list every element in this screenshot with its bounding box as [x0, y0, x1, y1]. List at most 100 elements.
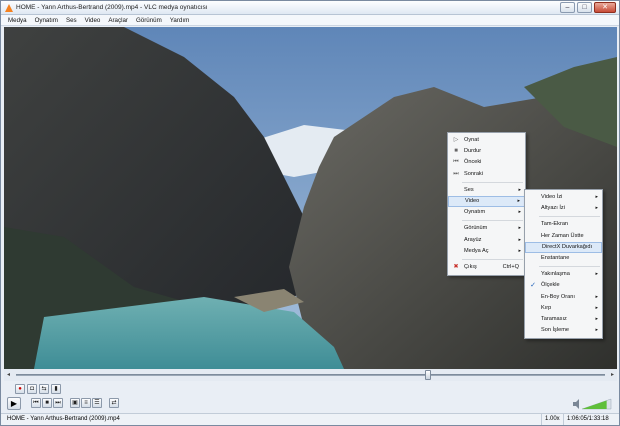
fullscreen-button[interactable]: ▣: [70, 398, 80, 408]
video-sub-item-label: Altyazı İzi: [541, 205, 565, 212]
submenu-arrow-icon: ▸: [595, 293, 598, 300]
submenu-arrow-icon: ▸: [595, 327, 598, 334]
seek-handle[interactable]: [425, 370, 432, 380]
ctx-item-label: Sonraki: [464, 170, 483, 177]
ctx-item-label: Önceki: [464, 159, 482, 166]
menu-separator: [462, 220, 523, 222]
ctx-item-shortcut: Ctrl+Q: [502, 263, 519, 270]
ctx-item-oynatim[interactable]: Oynatım ▸: [448, 207, 525, 218]
menu-separator: [462, 181, 523, 183]
submenu-arrow-icon: ▸: [595, 271, 598, 278]
video-sub-item-enstantane[interactable]: Enstantane: [525, 253, 602, 264]
video-sub-item-en-boy-orani[interactable]: En-Boy Oranı ▸: [525, 292, 602, 303]
stop-icon: ■: [454, 148, 458, 155]
ctx-item-label: Durdur: [464, 148, 482, 155]
ctx-item-label: Arayüz: [464, 236, 482, 243]
video-sub-item-son-isleme[interactable]: Son İşleme ▸: [525, 325, 602, 336]
play-icon: ▷: [453, 137, 459, 143]
checkmark-icon: ✓: [530, 282, 536, 290]
ctx-item-sonraki[interactable]: ⏭ Sonraki: [448, 169, 525, 180]
loop-ab-button[interactable]: ⇆: [39, 384, 49, 394]
menu-medya[interactable]: Medya: [4, 15, 31, 25]
ctx-item-label: Çıkış: [464, 263, 477, 270]
menu-ses[interactable]: Ses: [62, 15, 81, 25]
video-sub-item-tam-ekran[interactable]: Tam-Ekran: [525, 219, 602, 230]
video-sub-item-directx-duvarkagidi[interactable]: DirectX Duvarkağıdı: [525, 241, 602, 253]
status-media-title: HOME - Yann Arthus-Bertrand (2009).mp4: [7, 416, 120, 422]
menu-gorunum[interactable]: Görünüm: [132, 15, 166, 25]
submenu-arrow-icon: ▸: [518, 236, 521, 243]
submenu-arrow-icon: ▸: [595, 205, 598, 212]
ctx-item-label: Oynat: [464, 137, 479, 143]
vlc-window: HOME - Yann Arthus-Bertrand (2009).mp4 -…: [0, 0, 620, 426]
ctx-item-video[interactable]: Video ▸: [448, 195, 525, 208]
status-time[interactable]: 1:06:05/1:33:18: [563, 414, 612, 425]
video-sub-item-yakinlasma[interactable]: Yakınlaşma ▸: [525, 269, 602, 280]
seek-end-mark: ▸: [610, 372, 614, 378]
minimize-button[interactable]: –: [560, 2, 575, 13]
speaker-icon: [573, 399, 579, 409]
menu-oynatim[interactable]: Oynatım: [31, 15, 62, 25]
submenu-arrow-icon: ▸: [518, 186, 521, 193]
video-sub-item-her-zaman-ustte[interactable]: Her Zaman Üstte: [525, 231, 602, 242]
ctx-item-ses[interactable]: Ses ▸: [448, 185, 525, 196]
video-sub-item-olcekle[interactable]: ✓ Ölçekle: [525, 280, 602, 291]
video-sub-item-label: DirectX Duvarkağıdı: [542, 243, 593, 250]
status-playback-speed[interactable]: 1.00x: [541, 414, 563, 425]
ctx-item-label: Medya Aç: [464, 247, 489, 254]
window-controls: – □ ✕: [560, 2, 616, 13]
submenu-arrow-icon: ▸: [518, 225, 521, 232]
video-sub-item-label: Her Zaman Üstte: [541, 232, 584, 239]
ctx-item-arayuz[interactable]: Arayüz ▸: [448, 235, 525, 246]
submenu-arrow-icon: ▸: [595, 194, 598, 200]
ctx-item-medya-ac[interactable]: Medya Aç ▸: [448, 246, 525, 257]
ctx-item-oynat[interactable]: ▷ Oynat: [448, 135, 525, 146]
window-title: HOME - Yann Arthus-Bertrand (2009).mp4 -…: [16, 4, 208, 11]
video-sub-item-label: Son İşleme: [541, 327, 569, 334]
ctx-item-gorunum[interactable]: Görünüm ▸: [448, 223, 525, 234]
stop-button[interactable]: ■: [42, 398, 52, 408]
context-menu: ▷ Oynat ■ Durdur ⏮ Önceki ⏭ Sonraki Ses ▸ Video ▸ Oy…: [447, 132, 526, 277]
submenu-arrow-icon: ▸: [595, 304, 598, 311]
submenu-arrow-icon: ▸: [595, 315, 598, 322]
video-sub-item-label: Kırp: [541, 304, 552, 311]
video-submenu: Video İzi ▸ Altyazı İzi ▸ Tam-Ekran Her Zaman…: [524, 189, 603, 340]
random-button[interactable]: ⇄: [109, 398, 119, 408]
ctx-item-cikis[interactable]: ✖ Çıkış Ctrl+Q: [448, 262, 525, 273]
video-sub-item-kirp[interactable]: Kırp ▸: [525, 303, 602, 314]
title-bar[interactable]: HOME - Yann Arthus-Bertrand (2009).mp4 -…: [1, 1, 619, 15]
previous-icon: ⏮: [453, 159, 459, 166]
menu-separator: [539, 266, 600, 268]
exit-icon: ✖: [453, 263, 459, 270]
status-bar: HOME - Yann Arthus-Bertrand (2009).mp4 1…: [1, 413, 619, 425]
next-button[interactable]: ⏭: [53, 398, 63, 408]
video-sub-item-video-izi[interactable]: Video İzi ▸: [525, 192, 602, 203]
video-sub-item-label: Ölçekle: [541, 282, 560, 289]
play-button[interactable]: ▶: [7, 397, 21, 410]
menu-araclar[interactable]: Araçlar: [104, 15, 132, 25]
record-button[interactable]: ●: [15, 384, 25, 394]
seek-start-mark: ◂: [7, 372, 11, 378]
frame-step-button[interactable]: ▮: [51, 384, 61, 394]
ctx-item-durdur[interactable]: ■ Durdur: [448, 146, 525, 157]
previous-button[interactable]: ⏮: [31, 398, 41, 408]
ctx-item-label: Video: [465, 197, 480, 204]
video-sub-item-label: Tam-Ekran: [541, 221, 569, 228]
video-sub-item-taramasiz[interactable]: Taramasız ▸: [525, 314, 602, 325]
ctx-item-onceki[interactable]: ⏮ Önceki: [448, 157, 525, 168]
next-icon: ⏭: [453, 170, 459, 177]
playlist-button[interactable]: ☰: [92, 398, 102, 408]
menu-video[interactable]: Video: [81, 15, 105, 25]
seek-rail[interactable]: [16, 374, 605, 376]
close-button[interactable]: ✕: [594, 2, 616, 13]
maximize-button[interactable]: □: [577, 2, 592, 13]
volume-control[interactable]: [573, 398, 613, 410]
menu-separator: [462, 258, 523, 260]
menu-separator: [539, 216, 600, 218]
menu-bar: Medya Oynatım Ses Video Araçlar Görünüm Yardım: [1, 15, 619, 26]
video-sub-item-altyazi-izi[interactable]: Altyazı İzi ▸: [525, 203, 602, 214]
menu-yardim[interactable]: Yardım: [166, 15, 193, 25]
snapshot-button[interactable]: ◘: [27, 384, 37, 394]
extended-settings-button[interactable]: ≡: [81, 398, 91, 408]
seek-bar[interactable]: ◂ ▸: [4, 369, 617, 381]
